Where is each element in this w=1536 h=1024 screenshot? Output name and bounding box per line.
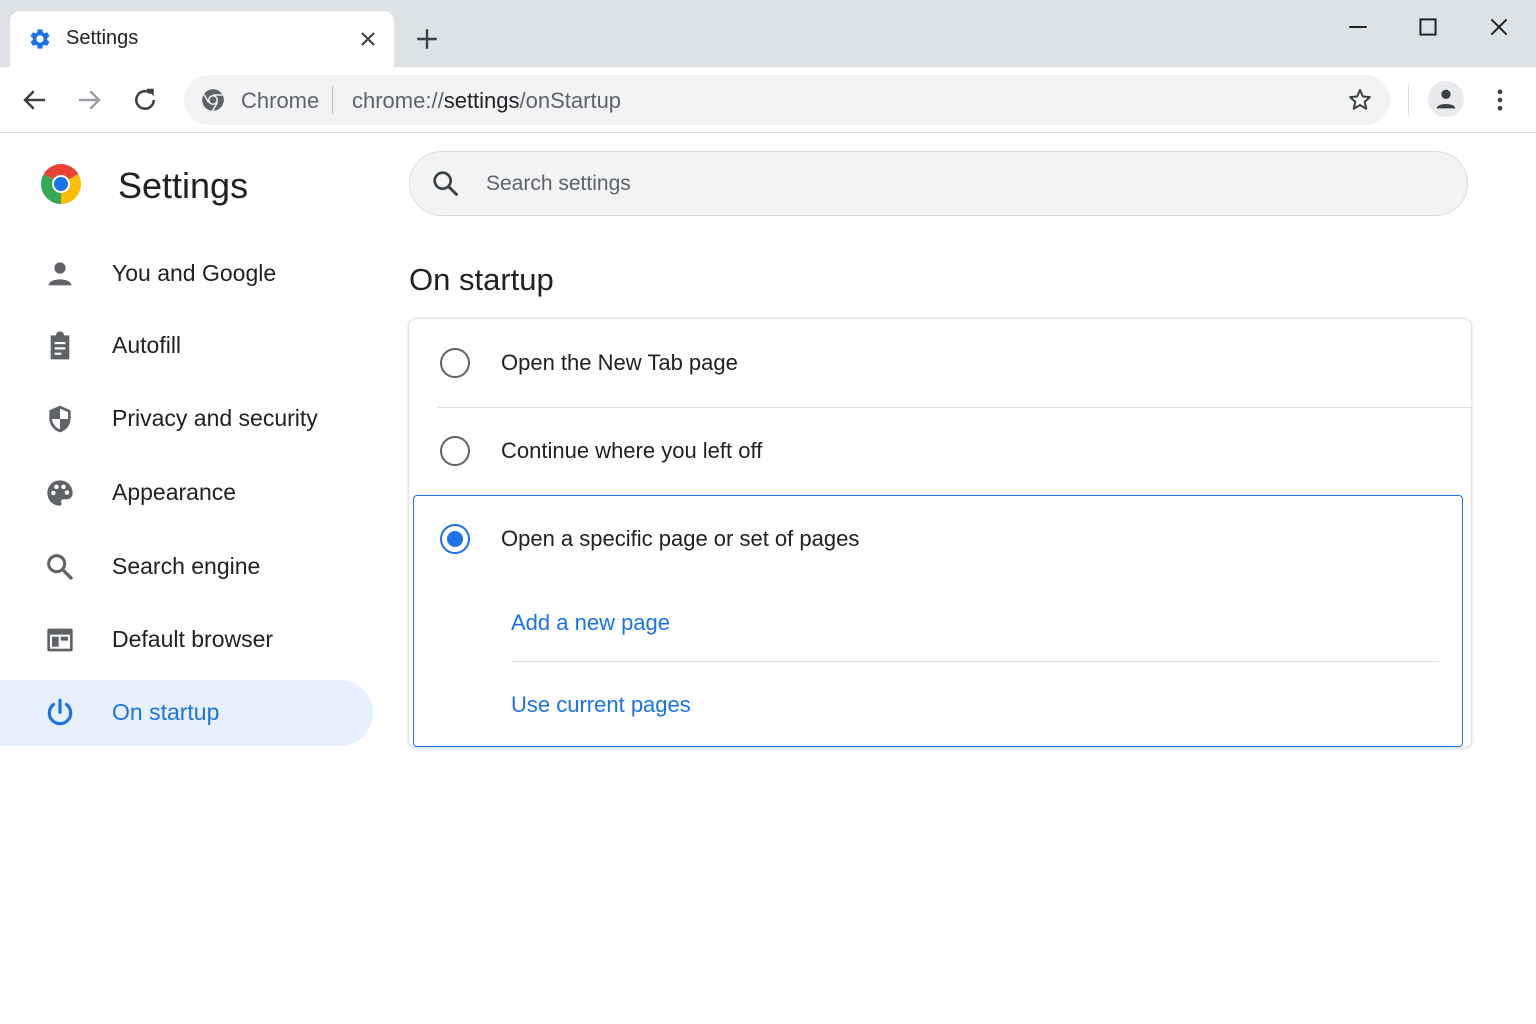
palette-icon: [47, 480, 73, 506]
option-new-tab-page[interactable]: Open the New Tab page: [409, 319, 1473, 408]
sidebar-item-search-engine[interactable]: Search engine: [0, 534, 373, 600]
url-host: settings: [443, 88, 520, 113]
sidebar-item-label: Privacy and security: [112, 405, 318, 431]
add-new-page-link[interactable]: Add a new page: [511, 610, 670, 636]
tab-title: Settings: [66, 27, 139, 49]
gear-icon: [30, 29, 50, 49]
search-icon: [433, 171, 459, 197]
sidebar-item-default-browser[interactable]: Default browser: [0, 607, 373, 673]
tab-settings[interactable]: Settings: [10, 11, 394, 67]
bookmark-star-icon[interactable]: [1346, 86, 1374, 114]
sidebar-item-label: Appearance: [112, 479, 237, 505]
sidebar-item-you-and-google[interactable]: You and Google: [0, 241, 373, 307]
minimize-icon[interactable]: [1345, 14, 1371, 40]
settings-title: Settings: [118, 165, 249, 206]
power-icon: [47, 698, 73, 726]
radio-button[interactable]: [440, 348, 470, 378]
url-path: /onStartup: [519, 88, 622, 113]
option-label: Continue where you left off: [501, 438, 763, 463]
clipboard-icon: [50, 331, 70, 360]
profile-avatar[interactable]: [1428, 81, 1464, 117]
option-continue-where-left-off[interactable]: Continue where you left off: [409, 407, 1473, 495]
search-input[interactable]: [486, 152, 1426, 215]
chrome-icon: [202, 89, 224, 112]
sidebar-item-on-startup[interactable]: On startup: [0, 680, 373, 746]
reload-icon[interactable]: [130, 85, 160, 115]
sidebar-item-appearance[interactable]: Appearance: [0, 460, 373, 526]
new-tab-plus-icon[interactable]: [414, 26, 440, 52]
omnibox-divider: [332, 86, 333, 114]
toolbar-divider: [1408, 85, 1409, 115]
browser-window-icon: [47, 628, 73, 652]
window-close-icon[interactable]: [1486, 14, 1512, 40]
option-specific-pages[interactable]: Open a specific page or set of pages: [409, 495, 1473, 583]
url-text[interactable]: chrome://settings/onStartup: [352, 88, 621, 114]
radio-button-checked[interactable]: [440, 524, 470, 554]
sidebar-item-label: On startup: [112, 699, 220, 725]
url-scheme: chrome://: [352, 88, 444, 113]
sidebar-item-autofill[interactable]: Autofill: [0, 313, 373, 379]
sidebar-item-label: Default browser: [112, 626, 274, 652]
radio-button[interactable]: [440, 436, 470, 466]
chrome-logo-icon: [41, 164, 81, 204]
search-bar: [409, 151, 1468, 216]
address-bar[interactable]: Chrome chrome://settings/onStartup: [184, 75, 1390, 125]
tab-strip: Settings: [0, 0, 1536, 67]
person-icon: [1436, 89, 1456, 109]
sidebar-item-label: Autofill: [112, 332, 182, 358]
sidebar-item-label: Search engine: [112, 553, 261, 579]
use-current-pages-link[interactable]: Use current pages: [511, 692, 691, 718]
section-title: On startup: [409, 262, 554, 297]
option-label: Open the New Tab page: [501, 350, 738, 375]
option-label: Open a specific page or set of pages: [501, 526, 860, 551]
sidebar-item-label: You and Google: [112, 260, 277, 286]
shield-icon: [49, 405, 71, 433]
startup-options-card: Open the New Tab page Continue where you…: [408, 318, 1473, 748]
forward-arrow-icon[interactable]: [74, 85, 104, 115]
back-arrow-icon[interactable]: [20, 85, 50, 115]
divider: [511, 661, 1439, 662]
person-icon: [48, 262, 72, 286]
close-icon[interactable]: [356, 27, 380, 51]
more-vert-icon[interactable]: [1486, 85, 1514, 115]
sidebar-item-privacy-and-security[interactable]: Privacy and security: [0, 386, 373, 452]
site-chip-label: Chrome: [241, 88, 320, 113]
toolbar: Chrome chrome://settings/onStartup: [0, 67, 1536, 133]
maximize-icon[interactable]: [1415, 14, 1441, 40]
search-icon: [47, 554, 74, 581]
